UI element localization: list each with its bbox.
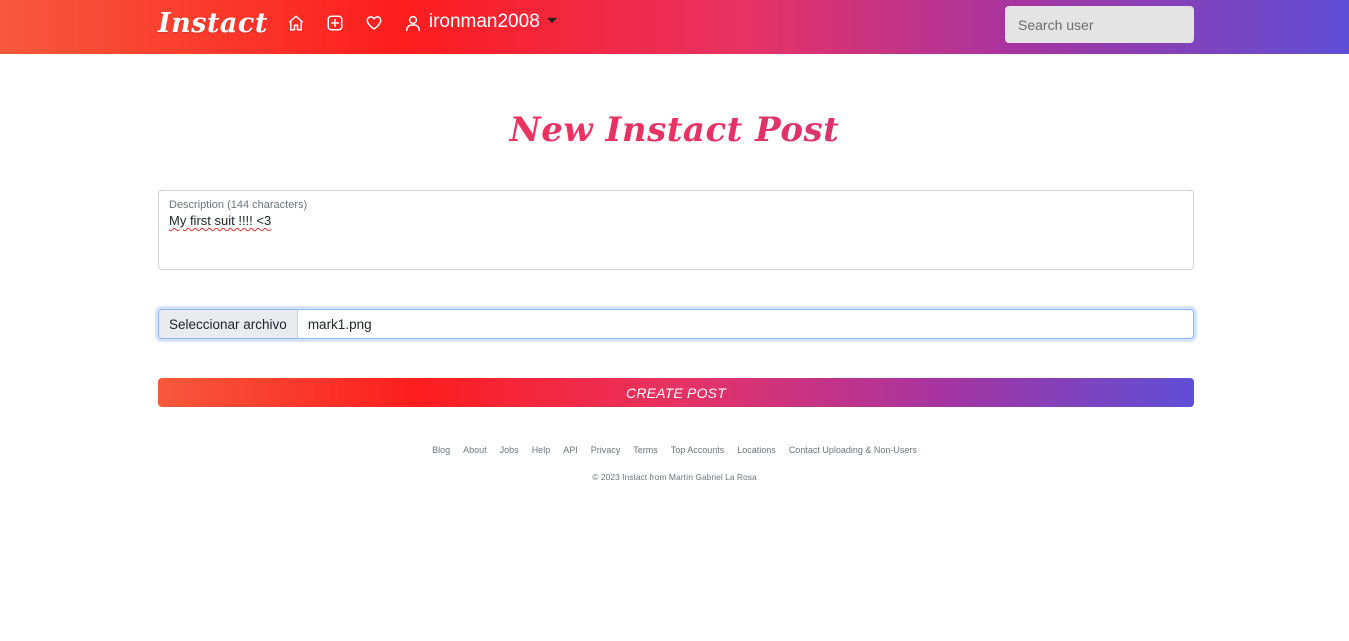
create-post-button[interactable]: CREATE POST xyxy=(158,378,1194,407)
description-label: Description (144 characters) xyxy=(169,199,308,211)
selected-file-name: mark1.png xyxy=(307,316,372,332)
username-label: ironman2008 xyxy=(428,11,540,32)
brand-logo[interactable]: Instact xyxy=(158,8,268,39)
footer-link-about[interactable]: About xyxy=(463,445,487,455)
footer-link-terms[interactable]: Terms xyxy=(633,445,658,455)
top-navbar: Instact ironman2008 Search user xyxy=(0,0,1349,54)
navbar-content: Instact ironman2008 xyxy=(158,0,557,54)
user-icon xyxy=(403,13,423,33)
chevron-down-icon xyxy=(546,17,557,23)
add-post-icon[interactable] xyxy=(325,13,345,33)
select-file-button[interactable]: Seleccionar archivo xyxy=(159,310,298,338)
footer-link-blog[interactable]: Blog xyxy=(432,445,450,455)
footer-link-locations[interactable]: Locations xyxy=(737,445,776,455)
footer-copyright: © 2023 Instact from Martín Gabriel La Ro… xyxy=(592,472,757,482)
user-menu-dropdown[interactable]: ironman2008 xyxy=(403,11,557,33)
heart-icon[interactable] xyxy=(364,13,384,33)
home-icon[interactable] xyxy=(286,13,306,33)
footer-link-jobs[interactable]: Jobs xyxy=(500,445,519,455)
page-title: New Instact Post xyxy=(0,110,1349,150)
search-user-input[interactable] xyxy=(1005,6,1194,43)
footer-link-contact[interactable]: Contact Uploading & Non-Users xyxy=(789,445,917,455)
footer-link-help[interactable]: Help xyxy=(532,445,551,455)
file-input[interactable]: Seleccionar archivo mark1.png xyxy=(158,309,1194,339)
description-field[interactable]: Description (144 characters) xyxy=(158,190,1194,270)
footer-links: Blog About Jobs Help API Privacy Terms T… xyxy=(0,445,1349,455)
footer-link-top-accounts[interactable]: Top Accounts xyxy=(671,445,725,455)
description-textarea[interactable] xyxy=(169,213,1179,263)
footer-link-api[interactable]: API xyxy=(563,445,578,455)
footer-link-privacy[interactable]: Privacy xyxy=(591,445,621,455)
